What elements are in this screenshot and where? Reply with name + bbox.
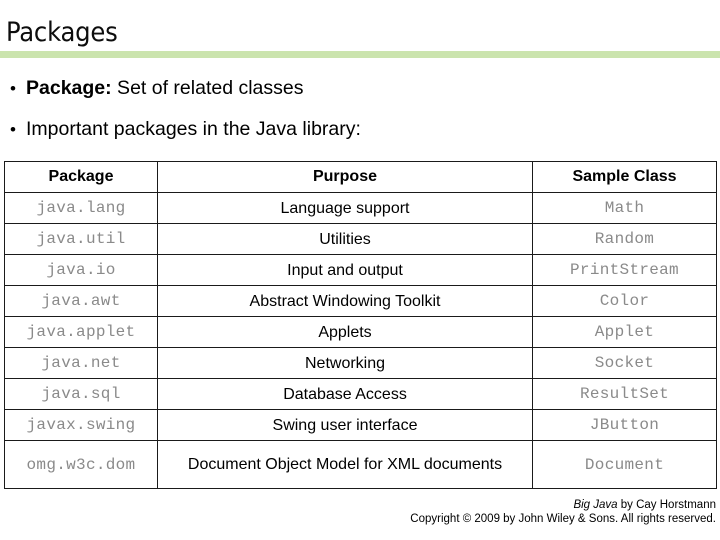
list-item-emphasis: Package: <box>26 77 112 99</box>
cell-purpose: Language support <box>157 192 533 224</box>
cell-package: omg.w3c.dom <box>4 440 158 489</box>
title-block: Packages <box>0 18 720 58</box>
footer-copyright: Copyright © 2009 by John Wiley & Sons. A… <box>410 513 716 525</box>
cell-sample: JButton <box>532 409 717 441</box>
cell-sample: PrintStream <box>532 254 717 286</box>
cell-sample: Math <box>532 192 717 224</box>
table-row: java.util Utilities Random <box>4 223 717 255</box>
bullet-dot-icon: • <box>10 79 16 98</box>
cell-purpose: Document Object Model for XML documents <box>157 440 533 489</box>
cell-purpose: Networking <box>157 347 533 379</box>
footer-book-title: Big Java <box>573 499 618 511</box>
table-row: java.lang Language support Math <box>4 192 717 224</box>
cell-purpose: Input and output <box>157 254 533 286</box>
cell-sample: Document <box>532 440 717 489</box>
cell-purpose: Abstract Windowing Toolkit <box>157 285 533 317</box>
cell-package: java.util <box>4 223 158 255</box>
column-header-purpose: Purpose <box>157 161 533 193</box>
table-row: java.io Input and output PrintStream <box>4 254 717 286</box>
footer-attribution-line: Big Java by Cay Horstmann <box>0 498 716 512</box>
list-item: • Package: Set of related classes <box>0 76 700 101</box>
footer-byline: by Cay Horstmann <box>617 499 716 511</box>
title-underline-rule <box>0 51 720 58</box>
page-title: Packages <box>6 17 118 48</box>
cell-sample: Applet <box>532 316 717 348</box>
table-row: java.awt Abstract Windowing Toolkit Colo… <box>4 285 717 317</box>
bullet-dot-icon: • <box>10 120 16 139</box>
column-header-sample-class: Sample Class <box>532 161 717 193</box>
table-row: java.applet Applets Applet <box>4 316 717 348</box>
cell-package: java.net <box>4 347 158 379</box>
packages-table-container: Package Purpose Sample Class java.lang L… <box>4 161 717 489</box>
list-item-text: Package: Set of related classes <box>26 76 304 100</box>
cell-purpose: Database Access <box>157 378 533 410</box>
table-header-row: Package Purpose Sample Class <box>4 161 717 193</box>
slide: Packages • Package: Set of related class… <box>0 0 720 540</box>
list-item-text: Important packages in the Java library: <box>26 117 361 141</box>
list-item: • Important packages in the Java library… <box>0 117 700 142</box>
cell-package: java.sql <box>4 378 158 410</box>
cell-purpose: Utilities <box>157 223 533 255</box>
table-row: javax.swing Swing user interface JButton <box>4 409 717 441</box>
packages-table: Package Purpose Sample Class java.lang L… <box>4 161 717 489</box>
cell-sample: Random <box>532 223 717 255</box>
cell-purpose: Swing user interface <box>157 409 533 441</box>
cell-purpose: Applets <box>157 316 533 348</box>
cell-sample: Socket <box>532 347 717 379</box>
table-row: java.net Networking Socket <box>4 347 717 379</box>
list-item-rest: Important packages in the Java library: <box>26 118 361 140</box>
cell-package: java.lang <box>4 192 158 224</box>
table-row: omg.w3c.dom Document Object Model for XM… <box>4 440 717 489</box>
cell-package: java.awt <box>4 285 158 317</box>
cell-package: java.applet <box>4 316 158 348</box>
footer: Big Java by Cay Horstmann Copyright © 20… <box>0 498 716 526</box>
column-header-package: Package <box>4 161 158 193</box>
bullet-list: • Package: Set of related classes • Impo… <box>0 76 700 158</box>
cell-sample: Color <box>532 285 717 317</box>
list-item-rest: Set of related classes <box>111 77 304 99</box>
cell-package: java.io <box>4 254 158 286</box>
cell-sample: ResultSet <box>532 378 717 410</box>
cell-package: javax.swing <box>4 409 158 441</box>
table-row: java.sql Database Access ResultSet <box>4 378 717 410</box>
